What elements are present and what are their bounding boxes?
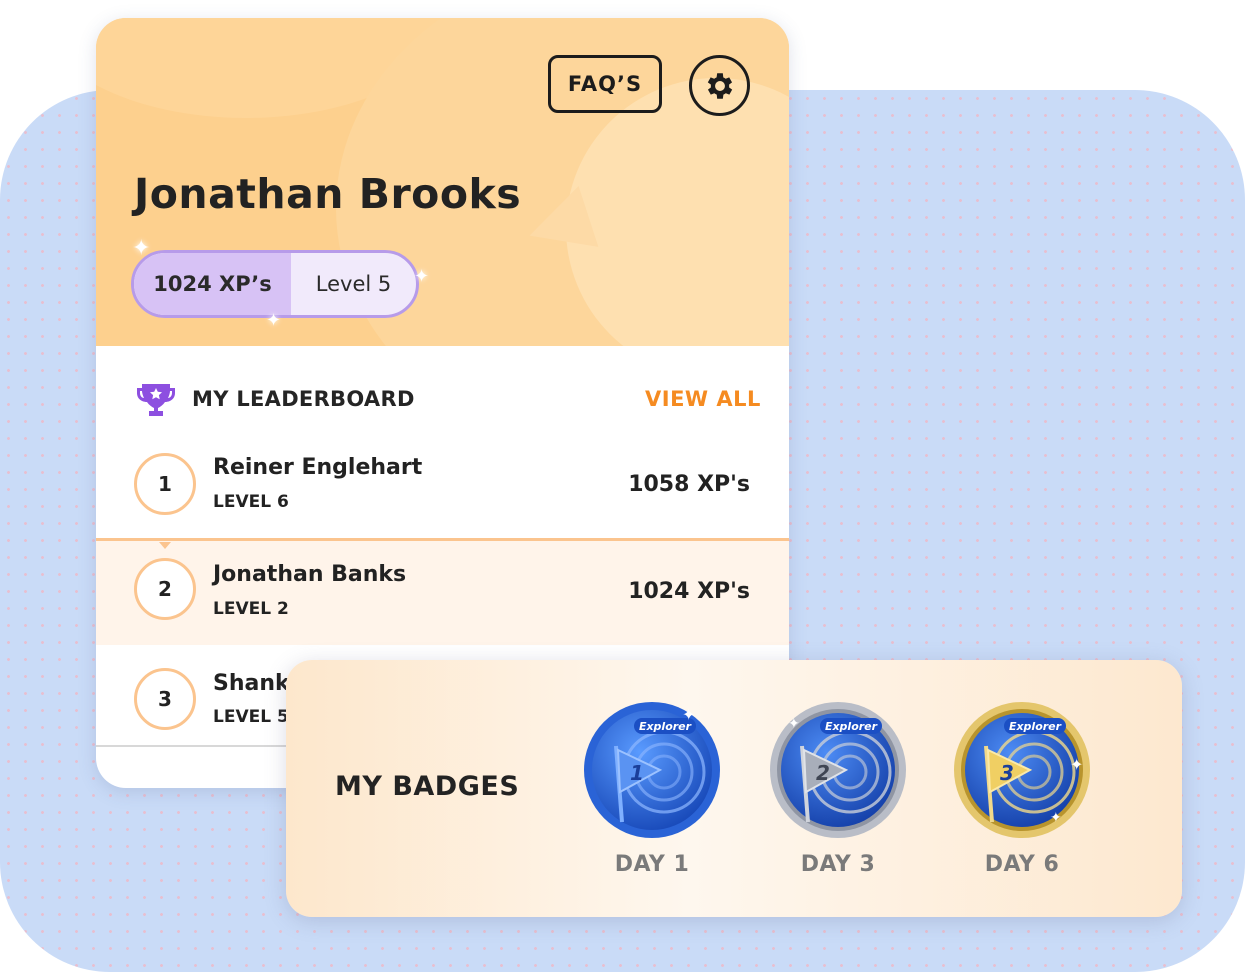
badge-day-1[interactable]: Explorer 1 ✦ DAY 1 (582, 700, 722, 877)
profile-header: FAQ’S Jonathan Brooks 1024 XP’s Level 5 … (96, 18, 789, 346)
leaderboard-row-current-user[interactable]: 2 Jonathan Banks LEVEL 2 1024 XP's (96, 538, 789, 645)
player-xp: 1058 XP's (628, 472, 750, 497)
player-name: Shank (213, 671, 290, 696)
sparkle-icon: ✦ (414, 266, 430, 287)
badge-number: 3 (1000, 761, 1014, 785)
rank-badge: 1 (134, 453, 196, 515)
player-name: Jonathan Banks (213, 562, 407, 587)
xp-level-pill: 1024 XP’s Level 5 (131, 250, 419, 318)
explorer-badge-icon: Explorer 1 ✦ (584, 702, 720, 838)
badges-title: MY BADGES (335, 771, 520, 802)
settings-button[interactable] (689, 55, 750, 116)
badge-number: 2 (816, 761, 830, 785)
explorer-badge-icon: Explorer 2 ✦ (770, 702, 906, 838)
level-value: Level 5 (315, 272, 392, 296)
badge-tag: Explorer (825, 720, 878, 733)
gear-icon (707, 72, 732, 99)
player-name: Reiner Englehart (213, 455, 423, 480)
badge-day-3[interactable]: Explorer 2 ✦ DAY 3 (768, 700, 908, 877)
player-level: LEVEL 6 (213, 492, 289, 512)
badge-number: 1 (630, 761, 644, 785)
player-level: LEVEL 5 (213, 707, 289, 727)
sparkle-icon: ✦ (266, 310, 282, 331)
explorer-badge-icon: Explorer 3 ✦ ✦ (954, 702, 1090, 838)
rank-badge: 3 (134, 668, 196, 730)
sparkle-icon: ✦ (1070, 755, 1083, 774)
view-all-link[interactable]: VIEW ALL (645, 387, 761, 411)
badges-card: MY BADGES Explorer 1 ✦ DAY 1 Explorer 2 … (286, 660, 1182, 917)
xp-value: 1024 XP’s (134, 253, 291, 315)
faq-button[interactable]: FAQ’S (548, 55, 662, 113)
sparkle-icon: ✦ (682, 705, 695, 724)
leaderboard-title: MY LEADERBOARD (192, 387, 415, 411)
badge-day-6[interactable]: Explorer 3 ✦ ✦ DAY 6 (952, 700, 1092, 877)
player-xp: 1024 XP's (628, 579, 750, 604)
badge-label: DAY 3 (800, 852, 876, 877)
current-user-caret (159, 542, 171, 549)
trophy-icon (137, 384, 175, 416)
leaderboard-header: MY LEADERBOARD (136, 380, 415, 418)
sparkle-icon: ✦ (132, 236, 151, 261)
sparkle-icon: ✦ (1050, 810, 1062, 826)
badge-label: DAY 1 (614, 852, 690, 877)
sparkle-icon: ✦ (788, 716, 800, 732)
badge-label: DAY 6 (984, 852, 1060, 877)
badge-tag: Explorer (1009, 720, 1062, 733)
player-level: LEVEL 2 (213, 599, 289, 619)
leaderboard-row[interactable]: 1 Reiner Englehart LEVEL 6 1058 XP's (96, 436, 789, 540)
user-name: Jonathan Brooks (134, 170, 522, 218)
rank-badge: 2 (134, 558, 196, 620)
